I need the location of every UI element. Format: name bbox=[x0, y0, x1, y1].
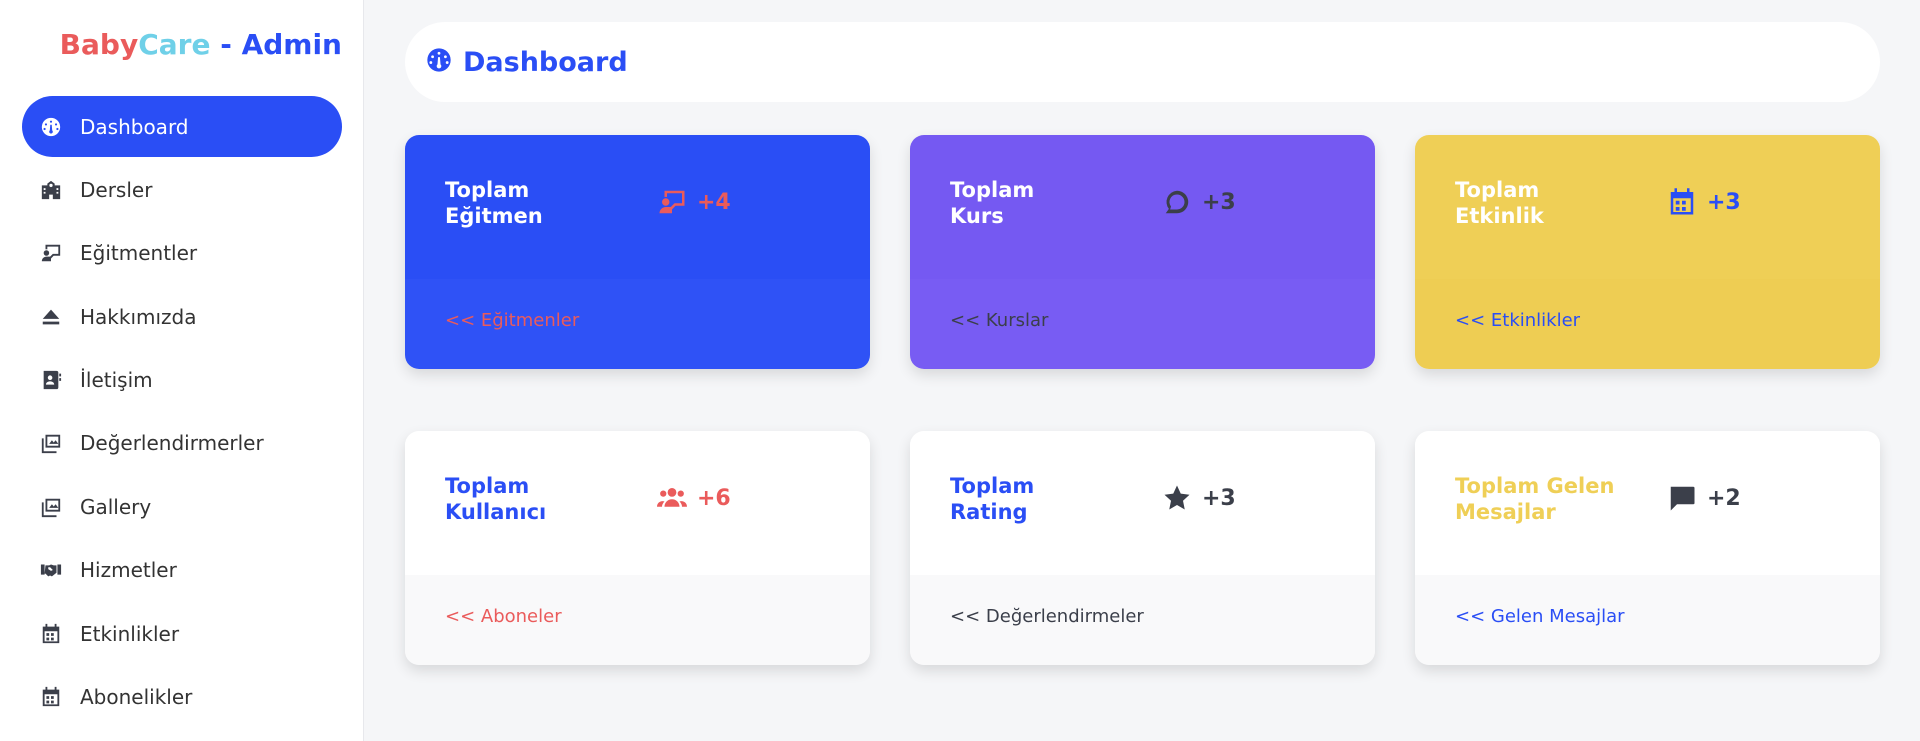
stat-card-label: Toplam Rating bbox=[950, 473, 1150, 525]
sidebar-item-egitmentler[interactable]: Eğitmentler bbox=[22, 223, 342, 284]
stat-card-label-line2: Eğitmen bbox=[445, 204, 543, 228]
teacher-icon bbox=[34, 238, 68, 268]
brand-part-care: Care bbox=[138, 28, 211, 61]
link-gelen-mesajlar[interactable]: << Gelen Mesajlar bbox=[1455, 606, 1625, 627]
sidebar-item-label: Abonelikler bbox=[80, 685, 193, 710]
sidebar-item-label: Hakkımızda bbox=[80, 304, 197, 329]
sidebar-item-hakkimizda[interactable]: Hakkımızda bbox=[22, 286, 342, 347]
users-icon bbox=[657, 483, 687, 513]
stat-card-label-line2: Mesajlar bbox=[1455, 500, 1556, 524]
sidebar-item-label: Değerlendirmerler bbox=[80, 431, 264, 456]
sidebar-item-label: İletişim bbox=[80, 368, 153, 393]
dashboard-icon bbox=[425, 46, 453, 78]
sidebar-item-degerlendirmerler[interactable]: Değerlendirmerler bbox=[22, 413, 342, 474]
brand-part-admin: - Admin bbox=[210, 28, 342, 61]
link-aboneler[interactable]: << Aboneler bbox=[445, 606, 562, 627]
stat-card-value: +3 bbox=[1707, 189, 1741, 215]
stat-card-label: Toplam Kullanıcı bbox=[445, 473, 645, 525]
sidebar-item-label: Gallery bbox=[80, 494, 152, 519]
page-title: Dashboard bbox=[463, 46, 628, 78]
stat-card-label-line2: Etkinlik bbox=[1455, 204, 1544, 228]
calendar-icon bbox=[1667, 187, 1697, 217]
stat-card-label-line2: Kurs bbox=[950, 204, 1004, 228]
stat-card-kurs: Toplam Kurs +3 << Kurslar bbox=[910, 135, 1375, 369]
stat-card-value: +6 bbox=[697, 485, 731, 511]
stat-card-value: +3 bbox=[1202, 485, 1236, 511]
stat-card-label-line1: Toplam bbox=[1455, 178, 1540, 202]
link-kurslar[interactable]: << Kurslar bbox=[950, 310, 1048, 331]
images-icon bbox=[34, 428, 68, 458]
calendar-icon bbox=[34, 682, 68, 712]
dashboard-icon bbox=[34, 112, 68, 142]
sidebar-item-label: Dashboard bbox=[80, 114, 189, 139]
contact-card-icon bbox=[34, 365, 68, 395]
eject-icon bbox=[34, 302, 68, 332]
stat-card-label: Toplam Eğitmen bbox=[445, 177, 645, 229]
handshake-icon bbox=[34, 555, 68, 585]
stat-card-value: +4 bbox=[697, 189, 731, 215]
stat-card-label-line1: Toplam bbox=[950, 178, 1035, 202]
stat-card-kullanici: Toplam Kullanıcı +6 << Aboneler bbox=[405, 431, 870, 665]
sidebar-item-hizmetler[interactable]: Hizmetler bbox=[22, 540, 342, 601]
sidebar-item-gallery[interactable]: Gallery bbox=[22, 476, 342, 537]
sidebar-item-dersler[interactable]: Dersler bbox=[22, 159, 342, 220]
stat-card-label-line1: Toplam bbox=[445, 474, 530, 498]
sidebar-item-label: Etkinlikler bbox=[80, 621, 180, 646]
teacher-icon bbox=[657, 187, 687, 217]
calendar-icon bbox=[34, 619, 68, 649]
stat-card-rating: Toplam Rating +3 << Değerlendirmeler bbox=[910, 431, 1375, 665]
stat-card-egitmen: Toplam Eğitmen +4 << Eğitmenler bbox=[405, 135, 870, 369]
stat-card-label-line2: Kullanıcı bbox=[445, 500, 547, 524]
stat-card-mesajlar: Toplam Gelen Mesajlar +2 << Gelen Mesajl… bbox=[1415, 431, 1880, 665]
message-icon bbox=[1667, 483, 1697, 513]
sidebar-item-label: Eğitmentler bbox=[80, 241, 198, 266]
school-icon bbox=[34, 175, 68, 205]
stat-card-value: +3 bbox=[1202, 189, 1236, 215]
link-degerlendirmeler[interactable]: << Değerlendirmeler bbox=[950, 606, 1144, 627]
link-etkinlikler[interactable]: << Etkinlikler bbox=[1455, 310, 1580, 331]
brand-part-baby: Baby bbox=[59, 28, 139, 61]
images-icon bbox=[34, 492, 68, 522]
brand-logo[interactable]: BabyCare - Admin bbox=[0, 28, 364, 61]
stat-card-label: Toplam Gelen Mesajlar bbox=[1455, 473, 1655, 525]
stat-card-label-line1: Toplam Gelen bbox=[1455, 474, 1615, 498]
stat-card-label-line2: Rating bbox=[950, 500, 1028, 524]
sidebar-item-label: Dersler bbox=[80, 177, 153, 202]
stat-card-etkinlik: Toplam Etkinlik +3 << Etkinlikler bbox=[1415, 135, 1880, 369]
stat-card-label: Toplam Etkinlik bbox=[1455, 177, 1655, 229]
link-egitmenler[interactable]: << Eğitmenler bbox=[445, 310, 579, 331]
sidebar: BabyCare - Admin Dashboard Dersler Eğitm… bbox=[0, 0, 364, 741]
sidebar-nav: Dashboard Dersler Eğitmentler Hakkımızda… bbox=[22, 96, 342, 730]
stat-card-label: Toplam Kurs bbox=[950, 177, 1150, 229]
sidebar-item-etkinlikler[interactable]: Etkinlikler bbox=[22, 603, 342, 664]
stat-card-label-line1: Toplam bbox=[445, 178, 530, 202]
sidebar-item-dashboard[interactable]: Dashboard bbox=[22, 96, 342, 157]
chat-bubble-icon bbox=[1162, 187, 1192, 217]
stat-card-label-line1: Toplam bbox=[950, 474, 1035, 498]
sidebar-item-abonelikler[interactable]: Abonelikler bbox=[22, 667, 342, 728]
stat-card-value: +2 bbox=[1707, 485, 1741, 511]
sidebar-item-label: Hizmetler bbox=[80, 558, 177, 583]
page-header: Dashboard bbox=[405, 22, 1880, 102]
sidebar-item-iletisim[interactable]: İletişim bbox=[22, 350, 342, 411]
star-icon bbox=[1162, 483, 1192, 513]
